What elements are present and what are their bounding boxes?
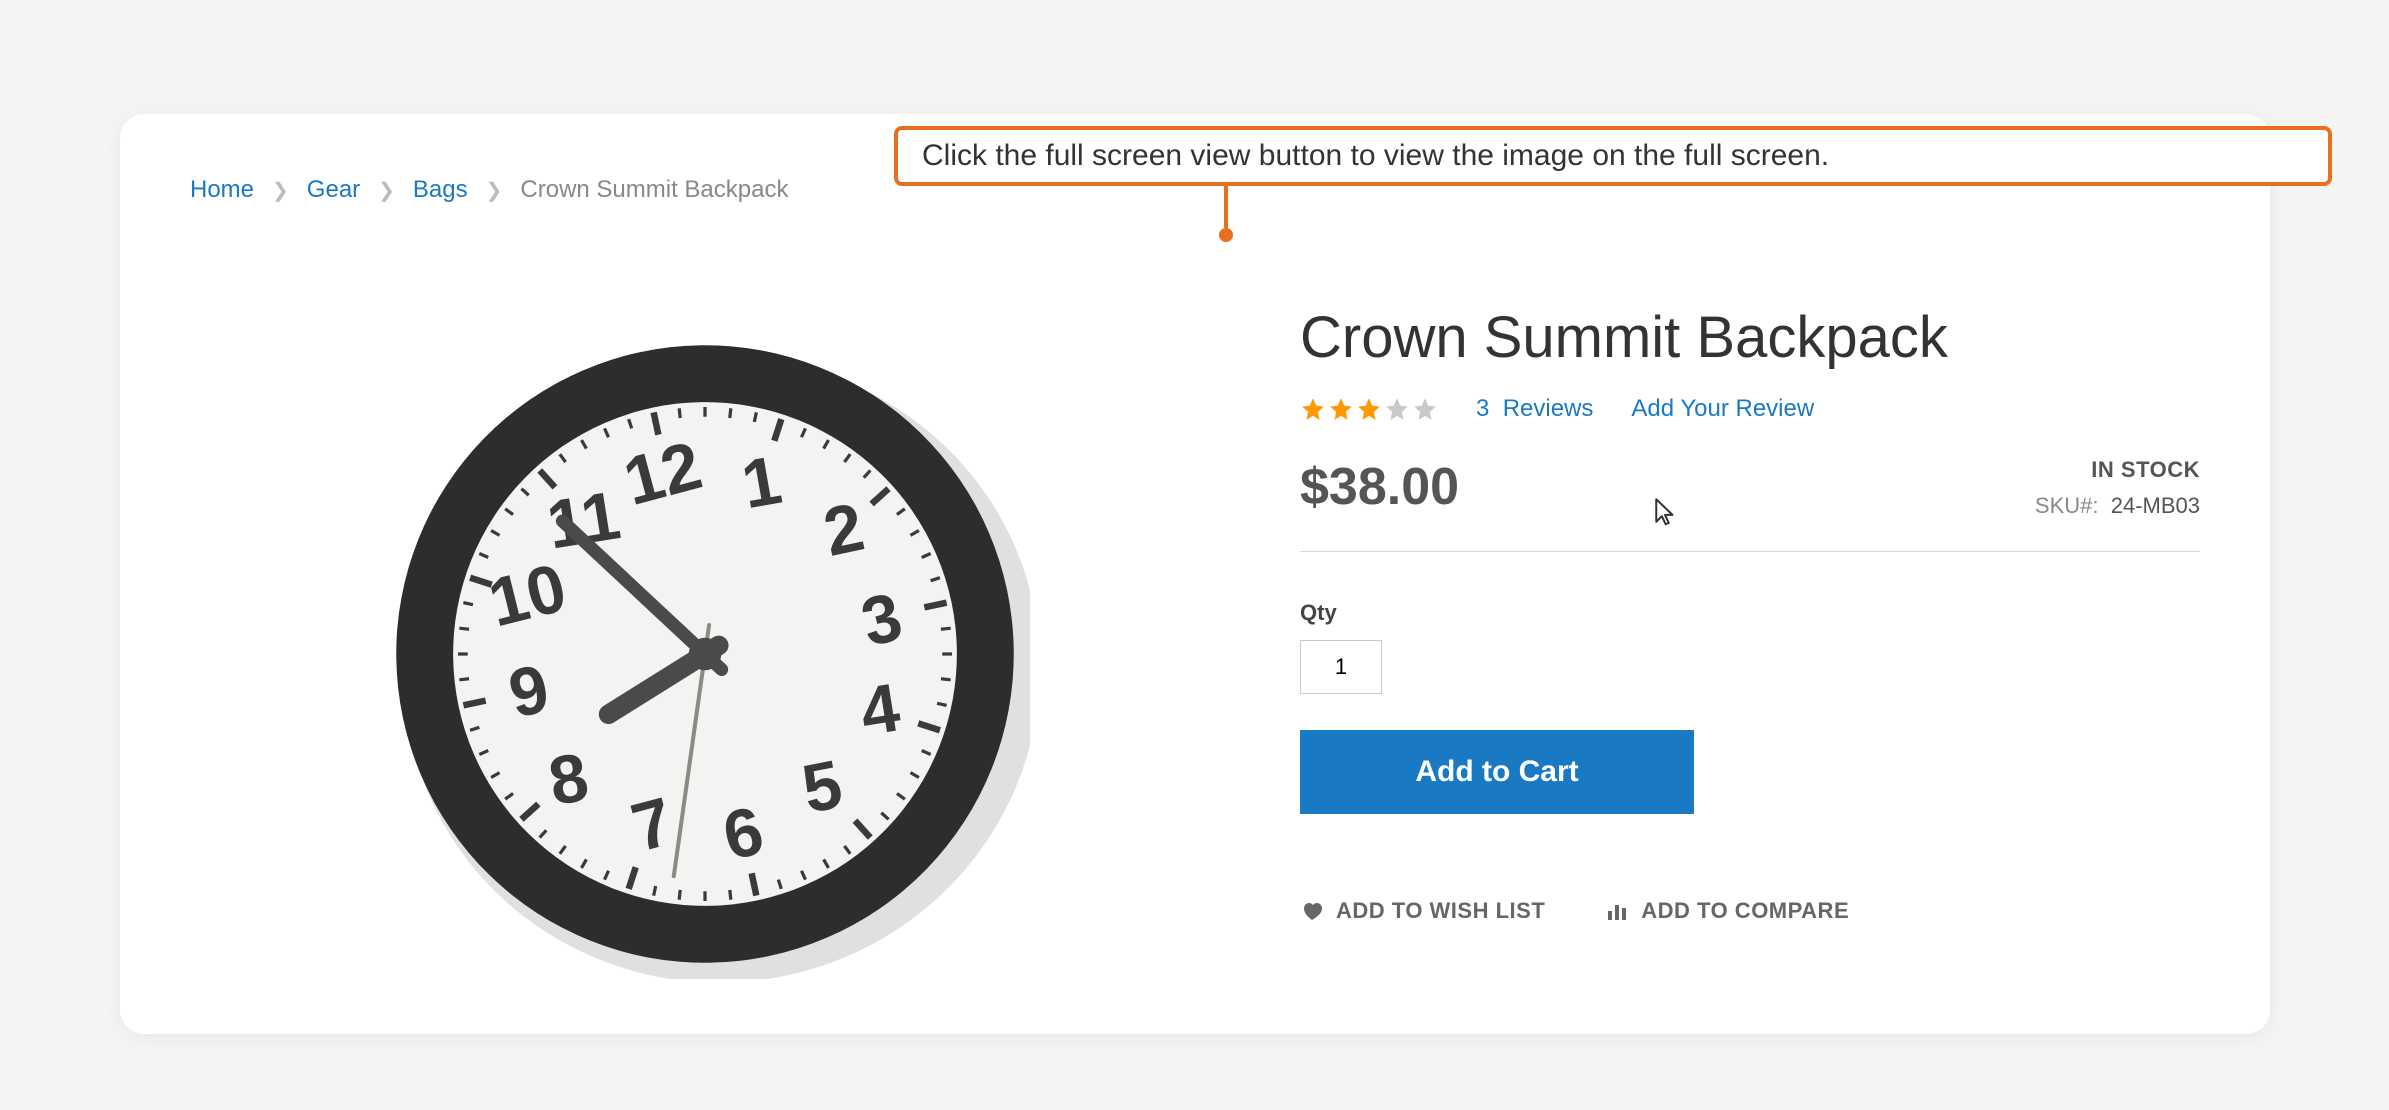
- reviews-count: 3: [1476, 395, 1489, 422]
- qty-label: Qty: [1300, 600, 2200, 626]
- bar-chart-icon: [1605, 899, 1629, 923]
- product-card: Home ❯ Gear ❯ Bags ❯ Crown Summit Backpa…: [120, 114, 2270, 1034]
- product-main: 121234567891011 Crown Summit Backpack: [190, 284, 2200, 1024]
- qty-input[interactable]: [1300, 640, 1382, 694]
- breadcrumb-bags[interactable]: Bags: [413, 176, 468, 204]
- breadcrumb-gear[interactable]: Gear: [307, 176, 360, 204]
- stock-info: IN STOCK SKU#: 24-MB03: [2035, 457, 2200, 519]
- chevron-right-icon: ❯: [378, 178, 395, 203]
- sku-value: 24-MB03: [2111, 493, 2200, 518]
- add-to-cart-label: Add to Cart: [1415, 755, 1578, 788]
- reviews-link[interactable]: 3 Reviews: [1476, 395, 1593, 423]
- callout-leader-line: [1224, 186, 1228, 228]
- instruction-text: Click the full screen view button to vie…: [922, 139, 1829, 173]
- star-filled-icon: [1356, 396, 1382, 422]
- star-filled-icon: [1328, 396, 1354, 422]
- sku-label: SKU#:: [2035, 493, 2099, 518]
- star-filled-icon: [1300, 396, 1326, 422]
- product-info: Crown Summit Backpack 3 Reviews Add Your…: [1220, 284, 2200, 1024]
- heart-icon: [1300, 899, 1324, 923]
- star-empty-icon: [1412, 396, 1438, 422]
- product-image: 121234567891011: [380, 329, 1030, 979]
- breadcrumb-current: Crown Summit Backpack: [520, 176, 788, 204]
- review-summary: 3 Reviews Add Your Review: [1300, 395, 2200, 423]
- sku-line: SKU#: 24-MB03: [2035, 493, 2200, 519]
- breadcrumb-home[interactable]: Home: [190, 176, 254, 204]
- chevron-right-icon: ❯: [272, 178, 289, 203]
- chevron-right-icon: ❯: [486, 178, 503, 203]
- stock-status: IN STOCK: [2035, 457, 2200, 483]
- add-review-link[interactable]: Add Your Review: [1631, 395, 1814, 423]
- product-title: Crown Summit Backpack: [1300, 304, 2200, 371]
- star-empty-icon: [1384, 396, 1410, 422]
- add-to-compare-button[interactable]: ADD TO COMPARE: [1605, 898, 1849, 924]
- add-to-cart-button[interactable]: Add to Cart: [1300, 730, 1694, 814]
- rating-stars: [1300, 396, 1438, 422]
- secondary-actions: ADD TO WISH LIST ADD TO COMPARE: [1300, 898, 2200, 924]
- reviews-label: Reviews: [1503, 395, 1594, 422]
- clock-icon: 121234567891011: [380, 329, 1030, 979]
- add-to-wishlist-button[interactable]: ADD TO WISH LIST: [1300, 898, 1545, 924]
- section-divider: [1300, 551, 2200, 552]
- svg-text:11: 11: [542, 477, 625, 563]
- mouse-cursor-icon: [1654, 498, 1676, 528]
- add-to-compare-label: ADD TO COMPARE: [1641, 898, 1849, 924]
- product-price: $38.00: [1300, 457, 1459, 517]
- instruction-callout: Click the full screen view button to vie…: [894, 126, 2332, 186]
- product-image-area[interactable]: 121234567891011: [190, 284, 1220, 1024]
- price-stock-row: $38.00 IN STOCK SKU#: 24-MB03: [1300, 457, 2200, 519]
- add-to-wishlist-label: ADD TO WISH LIST: [1336, 898, 1545, 924]
- callout-leader-dot: [1219, 228, 1233, 242]
